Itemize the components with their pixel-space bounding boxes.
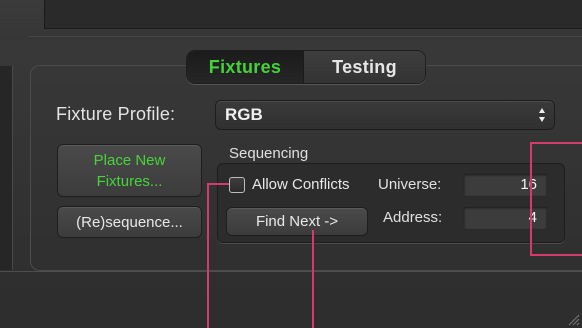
place-new-label-line1: Place New xyxy=(93,151,166,169)
fixture-profile-select[interactable]: RGB xyxy=(215,100,555,130)
resequence-label: (Re)sequence... xyxy=(76,213,183,231)
annotation-line-checkbox-vertical xyxy=(207,183,209,328)
allow-conflicts-checkbox[interactable] xyxy=(229,177,245,193)
annotation-bracket-top xyxy=(530,142,582,144)
annotation-line-checkbox-horizontal xyxy=(208,183,229,185)
tab-testing[interactable]: Testing xyxy=(304,51,425,83)
resize-grip-icon[interactable] xyxy=(564,310,580,326)
fixture-profile-value: RGB xyxy=(225,105,263,124)
sequencing-title: Sequencing xyxy=(229,145,309,162)
fixtures-window: Fixtures Testing Fixture Profile: RGB Pl… xyxy=(0,0,582,328)
address-field[interactable]: 4 xyxy=(463,206,548,230)
tab-fixtures[interactable]: Fixtures xyxy=(187,51,304,83)
top-content-area xyxy=(44,0,582,29)
find-next-label: Find Next -> xyxy=(255,213,339,230)
universe-field[interactable]: 16 xyxy=(463,173,548,197)
top-strip xyxy=(0,0,582,40)
find-next-button[interactable]: Find Next -> xyxy=(226,207,368,236)
top-divider xyxy=(28,36,582,37)
annotation-bracket-bottom xyxy=(530,254,582,256)
place-new-fixtures-button[interactable]: Place New Fixtures... xyxy=(57,144,202,197)
resequence-button[interactable]: (Re)sequence... xyxy=(57,206,202,238)
tab-bar: Fixtures Testing xyxy=(186,50,426,84)
place-new-label-line2: Fixtures... xyxy=(96,172,163,190)
address-label: Address: xyxy=(383,209,443,226)
universe-label: Universe: xyxy=(378,176,442,193)
bottom-divider xyxy=(0,271,582,272)
allow-conflicts-label[interactable]: Allow Conflicts xyxy=(252,176,350,193)
annotation-line-findnext-vertical xyxy=(312,230,314,328)
left-side-panel xyxy=(0,66,13,270)
annotation-bracket-vertical xyxy=(530,142,532,255)
fixture-profile-label: Fixture Profile: xyxy=(56,104,176,124)
updown-arrows-icon xyxy=(539,108,545,122)
